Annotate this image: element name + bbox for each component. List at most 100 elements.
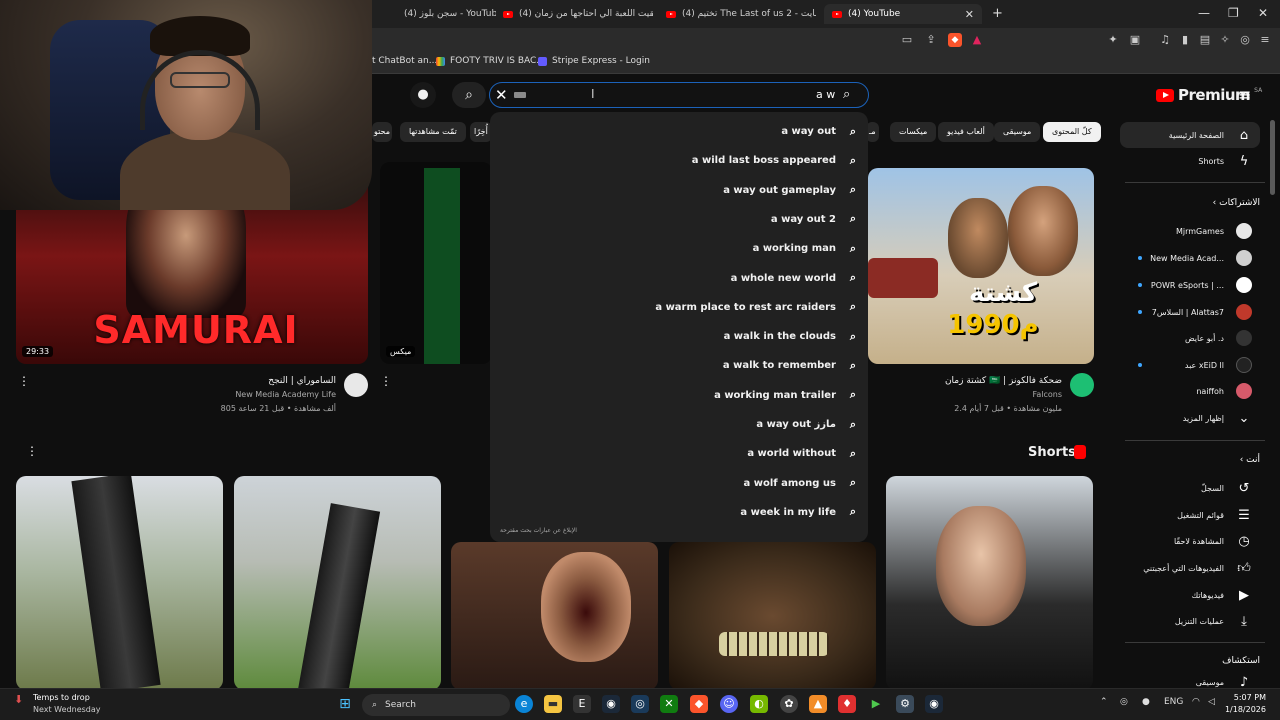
sidebar-channel-0[interactable]: MjrmGames — [1120, 218, 1260, 244]
brave-shield-icon[interactable]: ◆ — [948, 33, 962, 47]
bookmark-chatbot[interactable]: t ChatBot an... — [372, 56, 437, 66]
edge-icon[interactable]: e — [515, 695, 533, 713]
tab-active-youtube[interactable]: (4) YouTube ✕ — [824, 4, 982, 24]
wifi-icon[interactable]: ◠ — [1192, 697, 1200, 707]
screenshot-icon[interactable]: ▭ — [900, 33, 914, 47]
vpn-icon[interactable]: ◎ — [1238, 33, 1252, 47]
report-suggestions-link[interactable]: الإبلاغ عن عبارات بحث مقترحة — [500, 527, 577, 534]
tray-app-icon[interactable]: ◎ — [1120, 697, 1128, 707]
settings-icon[interactable]: ⚙ — [896, 695, 914, 713]
sidebar-channel-5[interactable]: عبد xEiD ll — [1120, 352, 1260, 378]
volume-icon[interactable]: ◁ — [1208, 697, 1215, 707]
clear-search-icon[interactable]: ✕ — [495, 86, 508, 104]
short-card[interactable] — [886, 476, 1093, 690]
share-icon[interactable]: ⇪ — [924, 33, 938, 47]
chip-gaming[interactable]: ألعاب فيديو — [938, 122, 994, 142]
search-suggestion[interactable]: a walk in the clouds ⌕ — [490, 322, 860, 351]
video-menu-icon[interactable]: ⋮ — [18, 374, 30, 388]
search-suggestion[interactable]: a week in my life ⌕ — [490, 498, 860, 527]
sidebar-item-downloads[interactable]: عمليات التنزيل ⤓ — [1120, 608, 1260, 634]
tray-chevron-icon[interactable]: ⌃ — [1100, 697, 1108, 707]
minimize-icon[interactable]: — — [1198, 6, 1210, 20]
blender-icon[interactable]: ▲ — [809, 695, 827, 713]
discord-icon[interactable]: ☺ — [720, 695, 738, 713]
taskbar-time[interactable]: 5:07 PM — [1226, 693, 1266, 702]
shorts-menu-icon[interactable]: ⋮ — [26, 444, 38, 458]
steam-icon[interactable]: ◉ — [602, 695, 620, 713]
search-suggestion[interactable]: a world without ⌕ — [490, 439, 860, 468]
search-suggestion[interactable]: a whole new world ⌕ — [490, 264, 860, 293]
wallet-icon[interactable]: ▣ — [1128, 33, 1142, 47]
xbox-icon[interactable]: ✕ — [660, 695, 678, 713]
nvidia-icon[interactable]: ◐ — [750, 695, 768, 713]
epic-games-icon[interactable]: E — [573, 695, 591, 713]
video-title[interactable]: كشتة زمان 🇸🇦 | ضحكة فالكونز — [890, 376, 1062, 386]
file-explorer-icon[interactable]: ▬ — [544, 695, 562, 713]
search-suggestion[interactable]: a way out gameplay ⌕ — [490, 176, 860, 205]
search-suggestion[interactable]: a way out مازز ⌕ — [490, 410, 860, 439]
video-title[interactable]: الساموراي | النجح — [196, 376, 336, 386]
video-channel[interactable]: New Media Academy Life — [176, 390, 336, 399]
sidebar-channel-1[interactable]: New Media Acad... — [1120, 245, 1260, 271]
steam-2-icon[interactable]: ◉ — [925, 695, 943, 713]
leo-icon[interactable]: ✧ — [1218, 33, 1232, 47]
sidebar-item-history[interactable]: السجلّ ↺ — [1120, 475, 1260, 501]
sidebar-item-liked[interactable]: الفيديوهات التي أعجبتني 👍︎ — [1120, 555, 1260, 581]
play-app-icon[interactable]: ▶ — [867, 695, 885, 713]
close-window-icon[interactable]: ✕ — [1258, 6, 1268, 20]
sidebar-item-your-videos[interactable]: فيديوهاتك ▶ — [1120, 582, 1260, 608]
tab-1[interactable]: (4) سجن بلوز - YouTube — [404, 4, 496, 24]
hamburger-menu-icon[interactable]: ≡ — [1238, 87, 1252, 103]
search-button[interactable]: ⌕ — [452, 82, 486, 108]
video-thumbnail[interactable]: ميكس — [380, 162, 492, 364]
short-card[interactable] — [669, 542, 876, 690]
weather-icon[interactable]: ⬇ — [14, 693, 23, 706]
taskbar-search[interactable]: ⌕ Search — [362, 694, 510, 716]
wallet2-icon[interactable]: ▤ — [1198, 33, 1212, 47]
search-suggestion[interactable]: a wolf among us ⌕ — [490, 469, 860, 498]
video-channel[interactable]: Falcons — [890, 390, 1062, 399]
sidebar-channel-6[interactable]: naiffoh — [1120, 378, 1260, 404]
weather-title[interactable]: Temps to drop — [33, 693, 90, 702]
voice-search-icon[interactable]: ● — [410, 82, 436, 108]
restore-icon[interactable]: ❐ — [1228, 6, 1239, 20]
steam-alt-icon[interactable]: ◎ — [631, 695, 649, 713]
music-icon[interactable]: ♫ — [1158, 33, 1172, 47]
chatgpt-icon[interactable]: ✿ — [780, 695, 798, 713]
you-header[interactable]: ‹ أنت — [1140, 455, 1260, 465]
sidebar-item-playlists[interactable]: قوائم التشغيل ☰ — [1120, 502, 1260, 528]
short-card[interactable] — [234, 476, 441, 690]
sidebar-show-more[interactable]: إظهار المزيد ⌄ — [1120, 405, 1260, 431]
microphone-icon[interactable]: ● — [1142, 697, 1150, 707]
sidebar-item-music[interactable]: موسيقى ♪ — [1120, 676, 1260, 688]
sidebar-channel-2[interactable]: POWR eSports | ... — [1120, 272, 1260, 298]
extensions-icon[interactable]: ✦ — [1106, 33, 1120, 47]
sidebar-channel-3[interactable]: السلاس7 | Alattas7 — [1120, 299, 1260, 325]
bookmark-footy[interactable]: FOOTY TRIV IS BAC... — [436, 56, 545, 66]
chip-partial-left[interactable]: محتو — [372, 122, 392, 142]
windows-start-icon[interactable]: ⊞ — [336, 695, 354, 713]
search-suggestion[interactable]: a walk to remember ⌕ — [490, 351, 860, 380]
sidebar-icon[interactable]: ▮ — [1178, 33, 1192, 47]
sidebar-item-home[interactable]: الصفحة الرئيسية ⌂ — [1120, 122, 1260, 148]
tab-3[interactable]: (4) تختيم The Last of us 2 - قلبي مايت..… — [666, 4, 816, 24]
sidebar-scrollbar[interactable] — [1270, 120, 1275, 195]
sidebar-item-shorts[interactable]: Shorts ϟ — [1120, 148, 1260, 174]
search-suggestion[interactable]: a way out 2 ⌕ — [490, 205, 860, 234]
sidebar-item-watch-later[interactable]: المشاهدة لاحقًا ◷ — [1120, 528, 1260, 554]
language-indicator[interactable]: ENG — [1164, 697, 1183, 707]
sidebar-channel-4[interactable]: د. أبو عايض — [1120, 325, 1260, 351]
brave-rewards-icon[interactable]: ▲ — [970, 33, 984, 47]
short-card[interactable] — [16, 476, 223, 690]
search-suggestion[interactable]: a way out ⌕ — [490, 117, 860, 146]
brave-icon[interactable]: ◆ — [690, 695, 708, 713]
search-suggestion[interactable]: a wild last boss appeared ⌕ — [490, 146, 860, 175]
new-tab-icon[interactable]: + — [992, 6, 1003, 21]
search-suggestion[interactable]: a working man ⌕ — [490, 234, 860, 263]
search-suggestion[interactable]: a warm place to rest arc raiders ⌕ — [490, 293, 860, 322]
menu-icon[interactable]: ≡ — [1258, 33, 1272, 47]
tab-2[interactable]: (4) لقيت اللعبة الي احتاجها من زمان be..… — [503, 4, 653, 24]
subscriptions-header[interactable]: ‹ الاشتراكات — [1140, 198, 1260, 208]
search-suggestion[interactable]: a working man trailer ⌕ — [490, 381, 860, 410]
chip-all[interactable]: كلّ المحتوى — [1043, 122, 1101, 142]
